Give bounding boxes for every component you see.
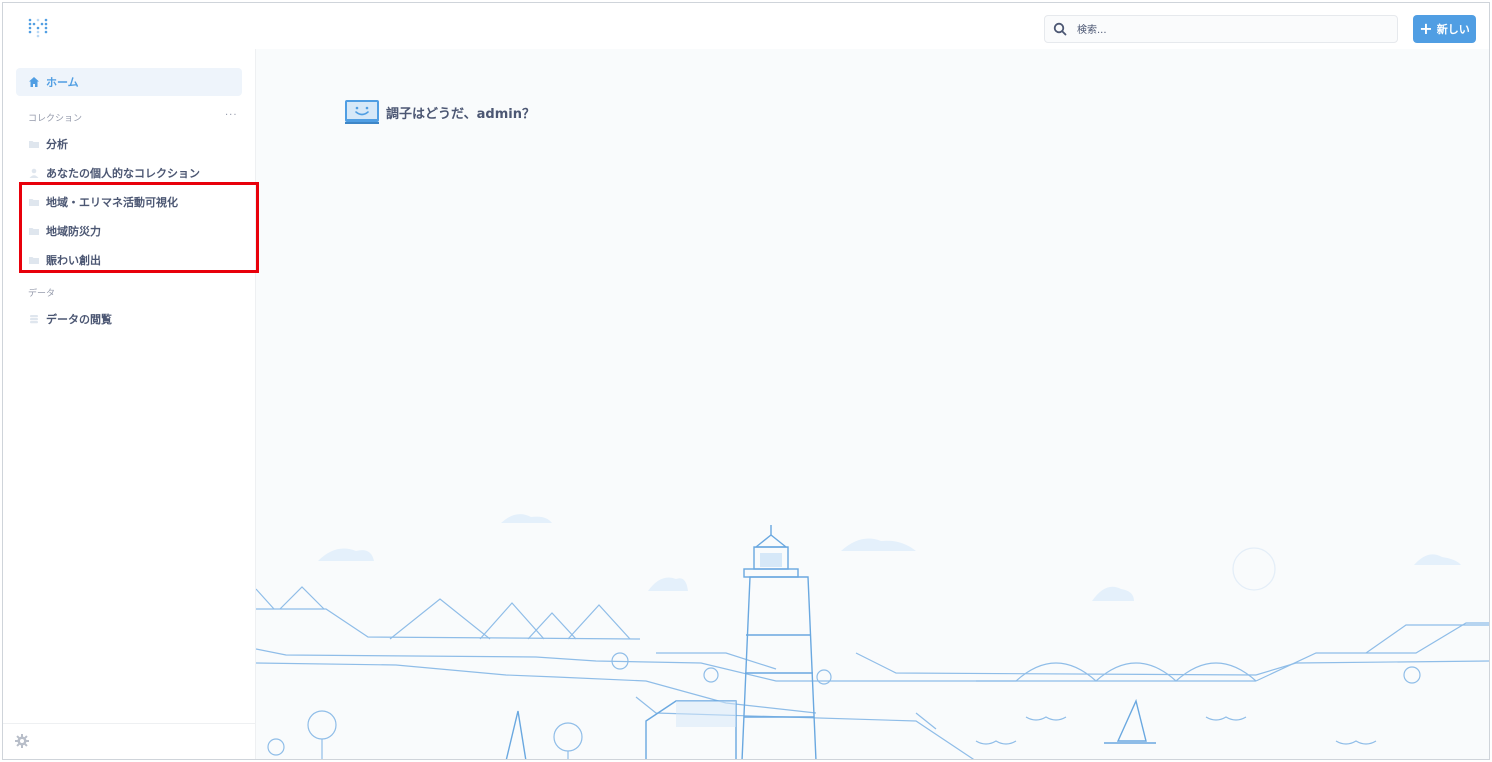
greeting-text: 調子はどうだ、admin？ <box>386 106 535 122</box>
collections-heading: コレクション <box>28 114 83 124</box>
home-icon <box>29 77 39 87</box>
sidebar-item-home[interactable]: ホーム <box>16 68 242 96</box>
landscape-illustration <box>256 514 1489 759</box>
sidebar-item-label: あなたの個人的なコレクション <box>46 167 200 180</box>
app-window: + 新しい ホーム コレクション ··· 分析 あなたの個人的なコレクション 地… <box>2 2 1490 760</box>
sidebar: ホーム コレクション ··· 分析 あなたの個人的なコレクション 地域・エリマネ… <box>3 49 256 759</box>
main-content: 調子はどうだ、admin？ <box>256 49 1489 759</box>
search-bar[interactable] <box>1044 15 1398 43</box>
smiley-computer-icon <box>345 100 379 124</box>
data-heading: データ <box>28 289 56 299</box>
search-icon <box>1053 22 1067 36</box>
sidebar-item-analysis[interactable]: 分析 <box>16 130 242 158</box>
collections-more-button[interactable]: ··· <box>225 110 238 121</box>
sidebar-item-browse-data[interactable]: データの閲覧 <box>16 305 242 333</box>
gear-icon[interactable] <box>14 733 30 749</box>
sidebar-item-label: ホーム <box>46 76 79 89</box>
top-navbar: + 新しい <box>3 3 1489 50</box>
folder-icon <box>29 141 39 148</box>
database-icon <box>30 315 38 324</box>
greeting: 調子はどうだ、admin？ <box>344 99 535 125</box>
highlight-box <box>19 182 259 273</box>
search-input[interactable] <box>1075 20 1379 40</box>
sidebar-item-label: データの閲覧 <box>46 313 112 326</box>
metabase-logo-icon[interactable] <box>27 17 49 39</box>
sidebar-divider <box>3 723 255 724</box>
plus-icon: + <box>1419 19 1433 38</box>
new-button[interactable]: + 新しい <box>1413 15 1476 43</box>
sidebar-item-label: 分析 <box>46 138 68 151</box>
person-icon <box>29 168 39 178</box>
new-button-label: 新しい <box>1436 23 1470 36</box>
